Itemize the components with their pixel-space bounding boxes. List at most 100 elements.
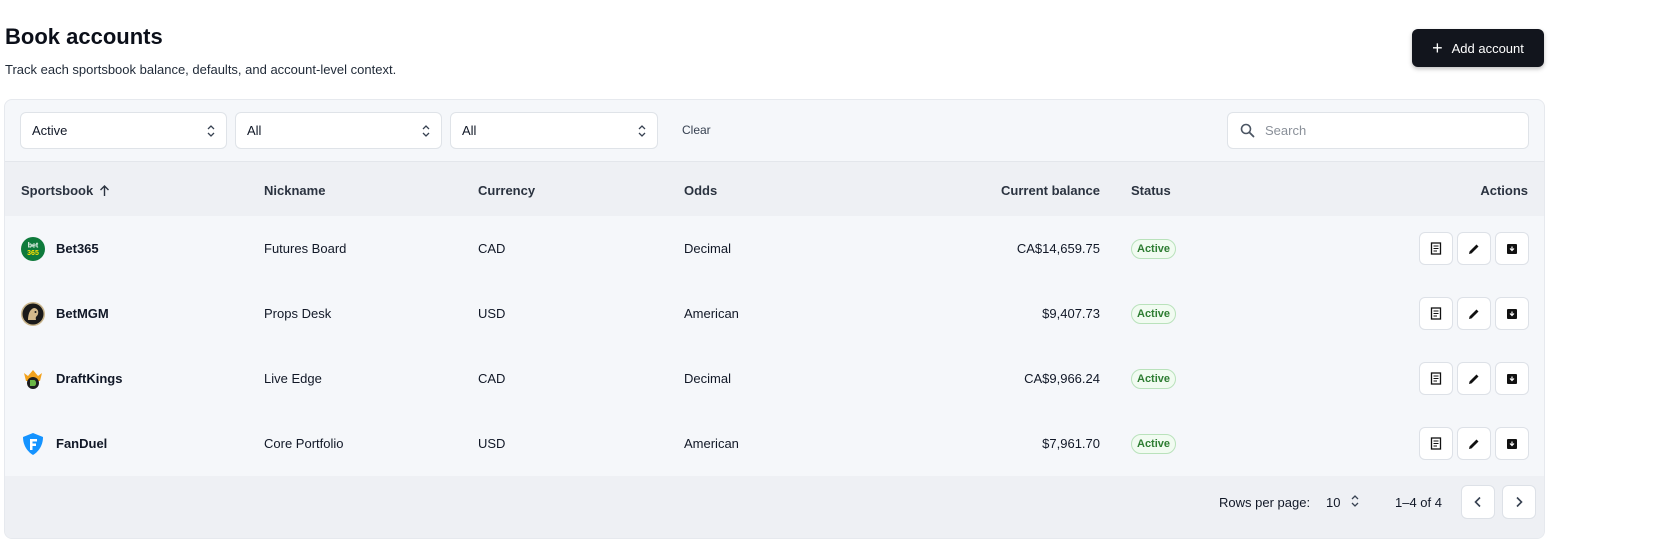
archive-icon [1507,438,1517,449]
receipt-button[interactable] [1419,297,1453,330]
balance-cell: $7,961.70 [1042,436,1100,451]
rows-per-page-label: Rows per page: [1219,495,1311,510]
nickname-cell: Props Desk [264,306,332,321]
status-cell: Active [1131,346,1177,411]
clear-filters-button[interactable]: Clear [682,123,711,137]
nickname-cell: Futures Board [264,241,347,256]
receipt-icon [1430,372,1442,385]
svg-text:bet: bet [28,242,39,249]
chevron-updown-icon [638,125,646,137]
status-filter-value: Active [32,123,68,138]
chevron-updown-icon [207,125,215,137]
page-subtitle: Track each sportsbook balance, defaults,… [5,62,397,77]
status-filter-select[interactable]: Active [20,112,227,149]
archive-icon [1507,308,1517,319]
filter-3-value: All [462,123,477,138]
archive-button[interactable] [1495,297,1529,330]
receipt-icon [1430,307,1442,320]
edit-button[interactable] [1457,297,1491,330]
archive-button[interactable] [1495,427,1529,460]
add-account-label: Add account [1451,40,1524,56]
next-page-button[interactable] [1502,485,1536,519]
odds-cell: Decimal [684,371,731,386]
column-header-balance[interactable]: Current balance [945,183,1100,198]
edit-icon [1469,309,1479,319]
filter-select-3[interactable]: All [450,112,658,149]
arrow-up-icon [100,184,110,196]
draftkings-logo-icon [24,369,42,389]
column-header-currency[interactable]: Currency [478,183,535,198]
chevron-updown-icon [422,125,430,137]
sportsbook-name: FanDuel [56,436,108,451]
filter-select-2[interactable]: All [235,112,442,149]
receipt-button[interactable] [1419,427,1453,460]
previous-page-button[interactable] [1461,485,1495,519]
sportsbook-name: DraftKings [56,371,123,386]
fanduel-logo-icon [23,432,43,455]
nickname-cell: Live Edge [264,371,322,386]
svg-text:365: 365 [27,250,39,257]
search-input[interactable] [1265,123,1505,138]
sportsbook-cell: bet 365 Bet365 [21,216,99,281]
table-header: Sportsbook Nickname Currency Odds Curren… [5,161,1544,216]
status-cell: Active [1131,216,1177,281]
archive-icon [1507,243,1517,254]
balance-cell: CA$9,966.24 [1024,371,1100,386]
receipt-icon [1430,437,1442,450]
accounts-card: Active All All Clear Sportsbook Nickna [4,99,1545,539]
archive-button[interactable] [1495,362,1529,395]
balance-cell: CA$14,659.75 [1016,241,1100,256]
odds-cell: Decimal [684,241,731,256]
status-badge: Active [1131,238,1177,259]
sportsbook-name: Bet365 [56,241,99,256]
currency-cell: CAD [478,241,506,256]
column-header-odds[interactable]: Odds [684,183,717,198]
edit-icon [1469,439,1479,449]
balance-cell: $9,407.73 [1042,306,1100,321]
filter-2-value: All [247,123,262,138]
receipt-button[interactable] [1419,362,1453,395]
table-row: bet 365 Bet365 Futures Board CAD Decimal… [5,216,1544,281]
status-cell: Active [1131,411,1177,476]
bet365-logo-icon: bet 365 [21,236,45,261]
edit-icon [1469,374,1479,384]
edit-icon [1469,244,1479,254]
add-account-button[interactable]: + Add account [1412,29,1544,67]
sportsbook-cell: FanDuel [21,411,107,476]
edit-button[interactable] [1457,362,1491,395]
archive-icon [1507,373,1517,384]
chevron-updown-icon[interactable] [1350,492,1360,510]
column-header-sportsbook[interactable]: Sportsbook [21,183,110,198]
currency-cell: CAD [478,371,506,386]
column-header-nickname[interactable]: Nickname [264,183,325,198]
sportsbook-cell: DraftKings [21,346,122,411]
betmgm-logo-icon [21,301,45,326]
status-badge: Active [1131,368,1177,389]
rows-per-page-select[interactable]: 10 [1326,495,1340,510]
odds-cell: American [684,436,739,451]
nickname-cell: Core Portfolio [264,436,344,451]
search-icon [1240,123,1255,138]
archive-button[interactable] [1495,232,1529,265]
edit-button[interactable] [1457,232,1491,265]
table-footer: Rows per page: 10 1–4 of 4 [5,476,1544,538]
chevron-left-icon [1474,496,1481,508]
table-row: BetMGM Props Desk USD American $9,407.73… [5,281,1544,346]
table-row: DraftKings Live Edge CAD Decimal CA$9,96… [5,346,1544,411]
receipt-button[interactable] [1419,232,1453,265]
sportsbook-name: BetMGM [56,306,109,321]
edit-button[interactable] [1457,427,1491,460]
status-cell: Active [1131,281,1177,346]
status-badge: Active [1131,303,1177,324]
odds-cell: American [684,306,739,321]
column-header-status[interactable]: Status [1131,183,1171,198]
status-badge: Active [1131,433,1177,454]
receipt-icon [1430,242,1442,255]
search-box[interactable] [1227,112,1529,149]
currency-cell: USD [478,306,506,321]
sportsbook-cell: BetMGM [21,281,109,346]
plus-icon: + [1432,38,1443,58]
table-row: FanDuel Core Portfolio USD American $7,9… [5,411,1544,476]
currency-cell: USD [478,436,506,451]
page-title: Book accounts [5,24,163,49]
